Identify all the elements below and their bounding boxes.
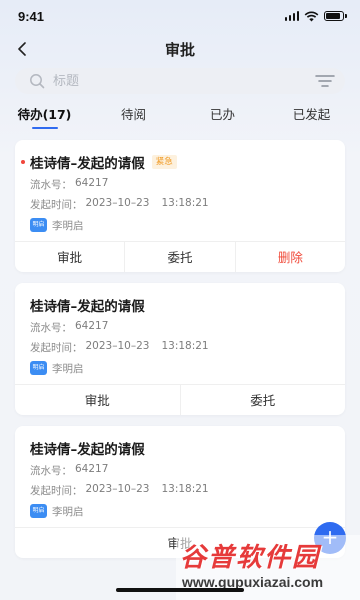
card-title-row: 桂诗倩–发起的请假 紧急 bbox=[21, 152, 330, 172]
time-value: 13:18:21 bbox=[161, 483, 209, 495]
date-value: 2023–10–23 bbox=[85, 483, 150, 495]
urgent-badge: 紧急 bbox=[151, 155, 177, 169]
date-value: 2023–10–23 bbox=[85, 340, 150, 352]
card-title-row: 桂诗倩–发起的请假 bbox=[30, 295, 330, 315]
time-label: 发起时间： bbox=[30, 199, 83, 211]
tab-done[interactable]: 已办 bbox=[178, 98, 267, 132]
card-body[interactable]: 桂诗倩–发起的请假 流水号： 64217 发起时间： 2023–10–23 13… bbox=[15, 426, 345, 527]
delete-button[interactable]: 删除 bbox=[236, 242, 345, 272]
status-time: 9:41 bbox=[18, 8, 45, 24]
serial-value: 64217 bbox=[75, 177, 109, 189]
time-value: 13:18:21 bbox=[161, 340, 209, 352]
nav-bar: 审批 bbox=[0, 32, 360, 66]
user-name: 李明启 bbox=[52, 219, 84, 232]
back-button[interactable] bbox=[12, 39, 32, 59]
filter-icon[interactable] bbox=[315, 74, 335, 88]
serial-label: 流水号： bbox=[30, 465, 72, 477]
date-value: 2023–10–23 bbox=[85, 197, 150, 209]
card-body[interactable]: 桂诗倩–发起的请假 流水号： 64217 发起时间： 2023–10–23 13… bbox=[15, 283, 345, 384]
card-actions: 审批 委托 删除 bbox=[15, 241, 345, 272]
wifi-icon bbox=[304, 11, 319, 21]
page-title: 审批 bbox=[164, 40, 195, 59]
search-box[interactable] bbox=[15, 68, 345, 94]
avatar: 明启 bbox=[30, 218, 47, 232]
status-bar: 9:41 bbox=[0, 0, 360, 32]
watermark-logo: 谷普软件园 bbox=[180, 543, 321, 573]
approval-screen: 9:41 审批 标题 待办(17) 待阅 已办 已发起 桂诗倩–发起的请假 紧急… bbox=[0, 0, 360, 600]
serial-row: 流水号： 64217 bbox=[30, 320, 330, 335]
approval-card[interactable]: 桂诗倩–发起的请假 流水号： 64217 发起时间： 2023–10–23 13… bbox=[15, 283, 345, 415]
serial-row: 流水号： 64217 bbox=[30, 177, 330, 192]
approval-card[interactable]: 桂诗倩–发起的请假 紧急 流水号： 64217 发起时间： 2023–10–23… bbox=[15, 140, 345, 272]
serial-value: 64217 bbox=[75, 320, 109, 332]
urgent-dot-icon bbox=[21, 160, 25, 164]
search-icon bbox=[30, 74, 45, 89]
serial-row: 流水号： 64217 bbox=[30, 463, 330, 478]
tab-initiated[interactable]: 已发起 bbox=[267, 98, 356, 132]
battery-icon bbox=[324, 11, 347, 21]
tab-todo[interactable]: 待办(17) bbox=[0, 98, 89, 132]
time-row: 发起时间： 2023–10–23 13:18:21 bbox=[30, 483, 330, 498]
time-label: 发起时间： bbox=[30, 485, 83, 497]
search-bar bbox=[0, 66, 360, 94]
user-row: 明启 李明启 bbox=[30, 217, 330, 233]
serial-label: 流水号： bbox=[30, 322, 72, 334]
signal-icon bbox=[284, 11, 299, 21]
delegate-button[interactable]: 委托 bbox=[125, 242, 236, 272]
card-actions: 审批 委托 bbox=[15, 384, 345, 415]
approve-button[interactable]: 审批 bbox=[15, 242, 126, 272]
card-body[interactable]: 桂诗倩–发起的请假 紧急 流水号： 64217 发起时间： 2023–10–23… bbox=[15, 140, 345, 241]
status-icons bbox=[284, 11, 347, 22]
approve-button[interactable]: 审批 bbox=[15, 385, 181, 415]
card-title: 桂诗倩–发起的请假 bbox=[30, 299, 145, 315]
tab-to-read[interactable]: 待阅 bbox=[89, 98, 178, 132]
chevron-left-icon bbox=[18, 42, 26, 56]
card-title: 桂诗倩–发起的请假 bbox=[30, 156, 145, 172]
time-label: 发起时间： bbox=[30, 342, 83, 354]
user-row: 明启 李明启 bbox=[30, 360, 330, 376]
card-title: 桂诗倩–发起的请假 bbox=[30, 442, 145, 458]
card-title-row: 桂诗倩–发起的请假 bbox=[30, 438, 330, 458]
avatar: 明启 bbox=[30, 361, 47, 375]
serial-label: 流水号： bbox=[30, 179, 72, 191]
time-value: 13:18:21 bbox=[161, 197, 209, 209]
serial-value: 64217 bbox=[75, 463, 109, 475]
user-name: 李明启 bbox=[52, 362, 84, 375]
time-row: 发起时间： 2023–10–23 13:18:21 bbox=[30, 340, 330, 355]
home-indicator bbox=[116, 588, 244, 592]
tab-bar: 待办(17) 待阅 已办 已发起 bbox=[0, 98, 360, 132]
user-row: 明启 李明启 bbox=[30, 503, 330, 519]
approval-list: 桂诗倩–发起的请假 紧急 流水号： 64217 发起时间： 2023–10–23… bbox=[0, 132, 360, 558]
delegate-button[interactable]: 委托 bbox=[181, 385, 346, 415]
time-row: 发起时间： 2023–10–23 13:18:21 bbox=[30, 197, 330, 212]
user-name: 李明启 bbox=[52, 505, 84, 518]
avatar: 明启 bbox=[30, 504, 47, 518]
search-input[interactable] bbox=[53, 73, 315, 89]
